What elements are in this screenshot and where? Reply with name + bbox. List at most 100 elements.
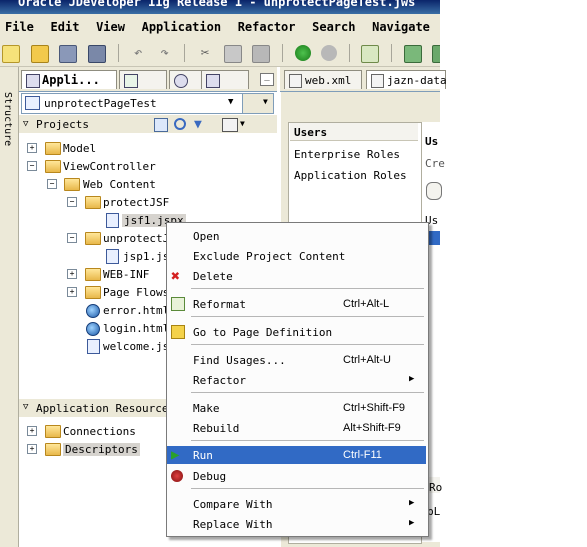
tree-item-error-html[interactable]: error.html [103, 304, 169, 317]
menu-item-refactor[interactable]: Refactor ▶ [167, 371, 426, 389]
tree-item-viewcontroller[interactable]: ViewController [63, 160, 156, 173]
expand-icon[interactable]: + [27, 426, 37, 436]
delete-icon: ✖ [171, 267, 181, 285]
dropdown-arrow-icon[interactable]: ▼ [228, 97, 233, 107]
tree-item-jsp1[interactable]: jsp1.js [123, 250, 169, 263]
menu-view[interactable]: View [91, 14, 130, 34]
chevron-down-icon[interactable]: ▼ [240, 119, 245, 128]
tree-item-webinf[interactable]: WEB-INF [103, 268, 149, 281]
tab-web-xml[interactable]: web.xml [284, 70, 362, 89]
chevron-down-icon: ▼ [263, 97, 268, 106]
back-icon[interactable] [294, 45, 311, 61]
menu-search[interactable]: Search [307, 14, 360, 34]
make-icon[interactable] [403, 45, 422, 63]
users-item[interactable]: Users [294, 126, 327, 139]
tree-item-page-flows[interactable]: Page Flows [103, 286, 169, 299]
project-selector-value: unprotectPageTest [44, 97, 157, 110]
menu-item-run[interactable]: ▶ Run Ctrl-F11 [167, 446, 426, 464]
tree-item-web-content[interactable]: Web Content [83, 178, 156, 191]
tab-run-manager[interactable] [119, 70, 167, 89]
menu-item-rebuild[interactable]: Rebuild Alt+Shift-F9 [167, 419, 426, 437]
tree-item-connections[interactable]: Connections [63, 425, 136, 438]
menu-file[interactable]: File [0, 14, 39, 34]
add-user-button[interactable] [426, 182, 442, 200]
undo-icon[interactable]: ↶ [130, 45, 146, 61]
sort-icon[interactable] [222, 118, 238, 132]
menu-navigate[interactable]: Navigate [367, 14, 435, 34]
open-icon[interactable] [30, 45, 49, 63]
rebuild-icon[interactable] [432, 45, 440, 63]
minimize-icon[interactable]: _ [260, 73, 274, 86]
menu-item-reformat[interactable]: Reformat Ctrl+Alt-L [167, 295, 426, 313]
menu-item-debug[interactable]: Debug [167, 467, 426, 485]
menu-item-label: Make [193, 402, 220, 415]
collapse-icon[interactable]: ▽ [23, 119, 28, 129]
expand-icon[interactable]: + [27, 143, 37, 153]
save-all-icon[interactable] [87, 45, 106, 63]
tree-item-unprotectjsf[interactable]: unprotectJS [103, 232, 176, 245]
menu-item-make[interactable]: Make Ctrl+Shift-F9 [167, 399, 426, 417]
search-icon[interactable] [154, 118, 168, 132]
tree-item-login-html[interactable]: login.html [103, 322, 169, 335]
submenu-arrow-icon: ▶ [409, 374, 415, 384]
menu-separator [191, 440, 424, 441]
application-roles-item[interactable]: Application Roles [294, 169, 407, 182]
menu-application[interactable]: Application [137, 14, 226, 34]
menu-item-label: Exclude Project Content [193, 250, 346, 263]
toolbar-separator [348, 44, 350, 62]
menu-item-exclude-project-content[interactable]: Exclude Project Content [167, 247, 426, 265]
tree-item-protectjsf[interactable]: protectJSF [103, 196, 169, 209]
menu-item-label: Rebuild [193, 422, 240, 435]
filter-icon[interactable]: ▼ [194, 117, 202, 132]
tab-resources[interactable] [201, 70, 249, 89]
tree-item-descriptors[interactable]: Descriptors [63, 443, 140, 456]
cut-icon[interactable]: ✂ [197, 45, 213, 61]
refresh-icon[interactable] [174, 118, 186, 130]
sql-worksheet-icon[interactable] [361, 45, 380, 63]
folder-icon [45, 142, 61, 155]
menu-separator [191, 344, 424, 345]
menu-edit[interactable]: Edit [46, 14, 85, 34]
expand-icon[interactable]: + [67, 287, 77, 297]
shortcut-label: Ctrl-F11 [343, 449, 382, 461]
redo-icon[interactable]: ↷ [157, 45, 173, 61]
menu-item-compare-with[interactable]: Compare With ▶ [167, 495, 426, 513]
menu-item-replace-with[interactable]: Replace With ▶ [167, 515, 426, 533]
projects-header-label[interactable]: Projects [36, 118, 89, 131]
tree-item-model[interactable]: Model [63, 142, 96, 155]
folder-icon [85, 268, 101, 281]
collapse-icon[interactable]: − [47, 179, 57, 189]
forward-icon[interactable] [321, 45, 338, 61]
new-icon[interactable] [2, 45, 20, 63]
context-menu: Open Exclude Project Content ✖ Delete Re… [166, 222, 429, 537]
menu-item-go-to-page-definition[interactable]: Go to Page Definition [167, 323, 426, 341]
tab-applications[interactable]: Appli... [21, 70, 117, 89]
window-title: Oracle JDeveloper 11g Release 1 - unprot… [18, 0, 416, 9]
application-icon [25, 96, 40, 110]
application-menu-button[interactable]: ▼ [242, 93, 274, 114]
collapse-icon[interactable]: ▽ [23, 402, 28, 412]
menu-refactor[interactable]: Refactor [233, 14, 301, 34]
reformat-icon [171, 297, 185, 311]
save-icon[interactable] [59, 45, 78, 63]
collapse-icon[interactable]: − [67, 197, 77, 207]
xml-file-icon [371, 74, 384, 88]
menu-item-open[interactable]: Open [167, 227, 426, 245]
menu-item-find-usages[interactable]: Find Usages... Ctrl+Alt-U [167, 351, 426, 369]
paste-icon[interactable] [252, 45, 271, 63]
tab-jazn-data[interactable]: jazn-data [366, 70, 447, 89]
copy-icon[interactable] [223, 45, 242, 63]
menu-separator [191, 288, 424, 289]
submenu-arrow-icon: ▶ [409, 518, 415, 528]
collapse-icon[interactable]: − [67, 233, 77, 243]
enterprise-roles-item[interactable]: Enterprise Roles [294, 148, 400, 161]
expand-icon[interactable]: + [67, 269, 77, 279]
structure-label[interactable]: Structure [2, 92, 13, 146]
menu-item-delete[interactable]: ✖ Delete [167, 267, 426, 285]
app-resources-header-label[interactable]: Application Resources [36, 402, 175, 415]
collapse-icon[interactable]: − [27, 161, 37, 171]
clock-icon [174, 74, 188, 88]
editor-tab-bar: web.xml jazn-data [280, 67, 447, 92]
expand-icon[interactable]: + [27, 444, 37, 454]
tree-item-welcome-jsp[interactable]: welcome.jsp [103, 340, 176, 353]
